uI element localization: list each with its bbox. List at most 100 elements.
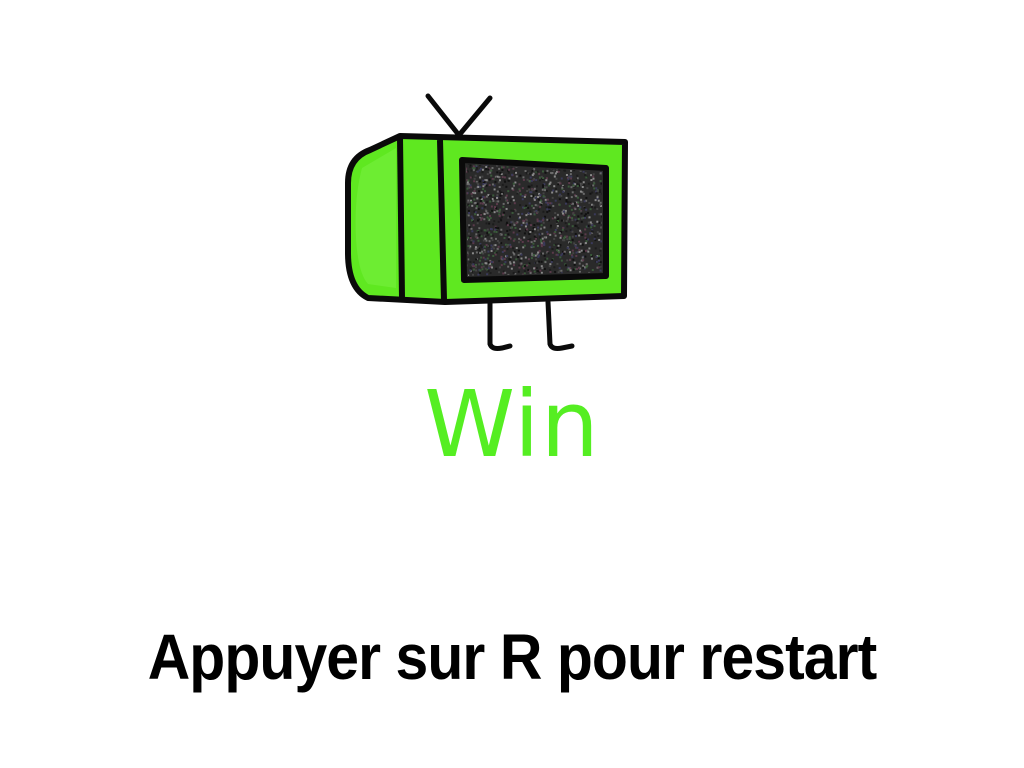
static-dot xyxy=(599,269,602,272)
static-dot xyxy=(574,232,577,235)
static-dot xyxy=(515,175,518,178)
static-dot xyxy=(547,252,550,255)
static-dot xyxy=(560,254,563,257)
static-dot xyxy=(571,225,574,228)
static-dot xyxy=(501,257,504,260)
static-dot xyxy=(532,254,535,257)
static-dot xyxy=(589,221,592,224)
static-dot xyxy=(530,179,533,182)
static-dot xyxy=(563,237,566,240)
static-dot xyxy=(546,211,549,214)
static-dot xyxy=(479,200,482,203)
static-dot xyxy=(490,169,493,172)
static-dot xyxy=(485,239,488,242)
static-dot xyxy=(512,167,515,170)
static-dot xyxy=(544,198,547,201)
static-dot xyxy=(576,174,579,177)
static-dot xyxy=(479,269,482,272)
static-dot xyxy=(482,252,485,255)
static-dot xyxy=(471,217,474,220)
static-dot xyxy=(529,176,532,179)
static-dot xyxy=(576,246,579,249)
static-dot xyxy=(584,228,587,231)
static-dot xyxy=(538,172,541,175)
static-dot xyxy=(580,198,583,201)
static-dot xyxy=(477,186,480,189)
static-dot xyxy=(533,228,536,231)
static-dot xyxy=(486,201,489,204)
static-dot xyxy=(573,261,576,264)
static-dot xyxy=(498,214,501,217)
static-dot xyxy=(474,211,477,214)
static-dot xyxy=(566,268,569,271)
static-dot xyxy=(510,199,513,202)
static-dot xyxy=(545,206,548,209)
static-dot xyxy=(578,250,581,253)
static-dot xyxy=(512,247,515,250)
static-dot xyxy=(583,214,586,217)
static-dot xyxy=(529,231,532,234)
static-dot xyxy=(540,220,543,223)
static-dot xyxy=(594,247,597,250)
static-dot xyxy=(578,179,581,182)
static-dot xyxy=(504,180,507,183)
static-dot xyxy=(563,252,566,255)
static-dot xyxy=(533,178,536,181)
static-dot xyxy=(489,272,492,275)
static-dot xyxy=(500,216,503,219)
static-dot xyxy=(592,177,595,180)
static-dot xyxy=(480,256,483,259)
static-dot xyxy=(533,240,536,243)
static-dot xyxy=(558,251,561,254)
static-dot xyxy=(475,251,478,254)
static-dot xyxy=(590,226,593,229)
static-dot xyxy=(539,199,542,202)
static-dot xyxy=(579,210,582,213)
static-dot xyxy=(474,235,477,238)
static-dot xyxy=(549,263,552,266)
static-dot xyxy=(599,190,602,193)
static-dot xyxy=(517,241,520,244)
static-dot xyxy=(469,236,472,239)
static-dot xyxy=(512,182,515,185)
static-dot xyxy=(480,235,483,238)
static-dot xyxy=(478,227,481,230)
static-dot xyxy=(524,225,527,228)
static-dot xyxy=(470,186,473,189)
static-dot xyxy=(586,187,589,190)
restart-instruction: Appuyer sur R pour restart xyxy=(147,621,878,693)
static-dot xyxy=(523,265,526,268)
static-dot xyxy=(549,270,552,273)
static-dot xyxy=(477,207,480,210)
static-dot xyxy=(501,250,504,253)
static-dot xyxy=(518,264,521,267)
static-dot xyxy=(476,202,479,205)
static-dot xyxy=(482,179,485,182)
static-dot xyxy=(580,249,583,252)
static-dot xyxy=(506,229,509,232)
static-dot xyxy=(597,234,600,237)
static-dot xyxy=(479,196,482,199)
static-dot xyxy=(527,258,530,261)
static-dot xyxy=(564,202,567,205)
static-dot xyxy=(494,180,497,183)
static-dot xyxy=(594,206,597,209)
static-dot xyxy=(493,247,496,250)
static-dot xyxy=(564,222,567,225)
static-dot xyxy=(552,204,555,207)
static-dot xyxy=(594,199,597,202)
static-dot xyxy=(534,196,537,199)
static-dot xyxy=(470,197,473,200)
static-dot xyxy=(484,235,487,238)
static-dot xyxy=(496,196,499,199)
static-dot xyxy=(475,233,478,236)
static-dot xyxy=(503,249,506,252)
static-dot xyxy=(474,192,477,195)
static-dot xyxy=(555,190,558,193)
static-dot xyxy=(515,258,518,261)
static-dot xyxy=(492,199,495,202)
static-dot xyxy=(479,251,482,254)
static-dot xyxy=(522,176,525,179)
static-dot xyxy=(498,198,501,201)
static-dot xyxy=(596,231,599,234)
